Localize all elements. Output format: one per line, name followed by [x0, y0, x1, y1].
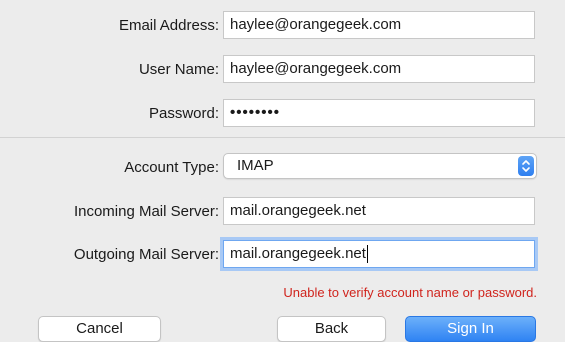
section-divider — [0, 137, 565, 138]
account-setup-panel: Email Address: haylee@orangegeek.com Use… — [0, 0, 565, 342]
password-row: Password: •••••••• — [0, 99, 565, 129]
error-message: Unable to verify account name or passwor… — [283, 285, 537, 300]
text-caret — [366, 245, 368, 264]
outgoing-server-label: Outgoing Mail Server: — [73, 246, 219, 263]
username-label: User Name: — [138, 61, 219, 78]
password-field[interactable]: •••••••• — [223, 99, 535, 127]
email-label: Email Address: — [118, 17, 219, 34]
email-field[interactable]: haylee@orangegeek.com — [223, 11, 535, 39]
back-button[interactable]: Back — [277, 316, 386, 342]
incoming-server-field[interactable]: mail.orangegeek.net — [223, 197, 535, 225]
incoming-server-label: Incoming Mail Server: — [73, 203, 219, 220]
sign-in-button[interactable]: Sign In — [405, 316, 536, 342]
username-value: haylee@orangegeek.com — [230, 60, 402, 77]
email-value: haylee@orangegeek.com — [230, 16, 402, 33]
account-type-row: Account Type: IMAP — [0, 153, 565, 183]
incoming-server-row: Incoming Mail Server: mail.orangegeek.ne… — [0, 197, 565, 227]
up-down-chevron-icon — [518, 156, 534, 176]
incoming-server-value: mail.orangegeek.net — [230, 202, 366, 219]
password-label: Password: — [148, 105, 219, 122]
password-masked-value: •••••••• — [230, 104, 281, 121]
username-field[interactable]: haylee@orangegeek.com — [223, 55, 535, 83]
outgoing-server-value: mail.orangegeek.net — [230, 245, 366, 262]
account-type-selected: IMAP — [237, 157, 274, 174]
outgoing-server-field[interactable]: mail.orangegeek.net — [223, 240, 535, 268]
account-type-select[interactable]: IMAP — [223, 153, 537, 179]
account-type-label: Account Type: — [124, 159, 219, 176]
outgoing-server-row: Outgoing Mail Server: mail.orangegeek.ne… — [0, 240, 565, 270]
email-row: Email Address: haylee@orangegeek.com — [0, 11, 565, 41]
cancel-button[interactable]: Cancel — [38, 316, 161, 342]
username-row: User Name: haylee@orangegeek.com — [0, 55, 565, 85]
